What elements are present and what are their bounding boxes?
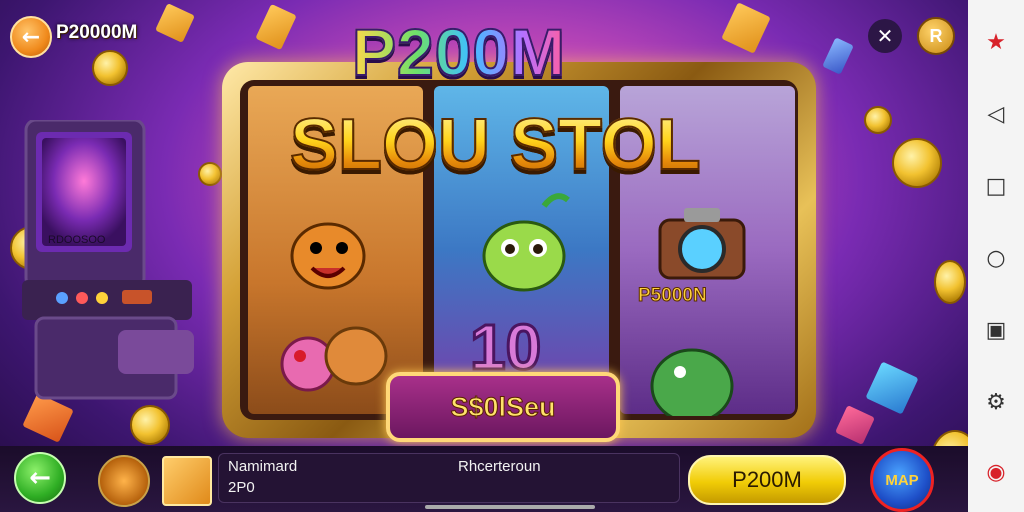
- cube-decor: [721, 2, 771, 54]
- home-indicator: [425, 505, 595, 509]
- right-label: Rhcerteroun: [458, 458, 541, 475]
- map-button-label: MAP: [885, 471, 919, 489]
- arrow-left-icon: ←: [21, 24, 41, 50]
- character-card[interactable]: [162, 456, 212, 506]
- accessibility-icon[interactable]: ★: [980, 26, 1012, 58]
- avatar[interactable]: [98, 455, 150, 507]
- spin-button[interactable]: S$0lSeu: [386, 372, 620, 442]
- system-nav-bar: ★ ◁ □ ○ ▣ ⚙ ◉: [968, 0, 1024, 512]
- player-name: Namimard: [228, 458, 298, 475]
- cube-decor: [822, 37, 854, 75]
- cube-decor: [865, 361, 919, 415]
- r-button[interactable]: R: [917, 17, 955, 55]
- r-button-label: R: [929, 25, 943, 46]
- cube-decor: [835, 405, 875, 445]
- back-button[interactable]: ←: [10, 16, 52, 58]
- cube-decor: [155, 3, 195, 43]
- action-button[interactable]: P200M: [688, 455, 846, 505]
- action-button-label: P200M: [732, 467, 802, 492]
- home-circle-icon[interactable]: ○: [980, 242, 1012, 274]
- arcade-screen-text: RDOOSOO: [48, 234, 106, 246]
- cube-decor: [255, 3, 297, 51]
- coin-decor: [864, 106, 892, 134]
- symbol-label: P5000N: [638, 285, 708, 307]
- game-screen: RDOOSOO P200M SLOU STOL P5000N 10 S$0lSe…: [0, 0, 1024, 512]
- record-icon[interactable]: ◉: [980, 456, 1012, 488]
- map-button[interactable]: MAP: [870, 448, 934, 512]
- spin-button-label: S$0lSeu: [450, 391, 556, 422]
- coin-decor: [892, 138, 942, 188]
- balance-display: P20000M: [56, 22, 138, 43]
- arcade-cabinet-illustration: [22, 118, 194, 430]
- coin-decor: [92, 50, 128, 86]
- gamepad-icon[interactable]: ⚙: [980, 386, 1012, 418]
- player-value: 2P0: [228, 479, 255, 496]
- coin-decor: [934, 260, 966, 304]
- machine-title-main: SLOU STOL: [289, 104, 702, 186]
- close-icon: ✕: [876, 24, 894, 48]
- back-triangle-icon[interactable]: ◁: [980, 98, 1012, 130]
- back-green-button[interactable]: ←: [14, 452, 66, 504]
- screenshot-icon[interactable]: ▣: [980, 314, 1012, 346]
- close-button[interactable]: ✕: [868, 19, 902, 53]
- recents-square-icon[interactable]: □: [980, 170, 1012, 202]
- machine-title-top: P200M: [351, 14, 567, 90]
- arrow-left-icon: ←: [29, 463, 51, 493]
